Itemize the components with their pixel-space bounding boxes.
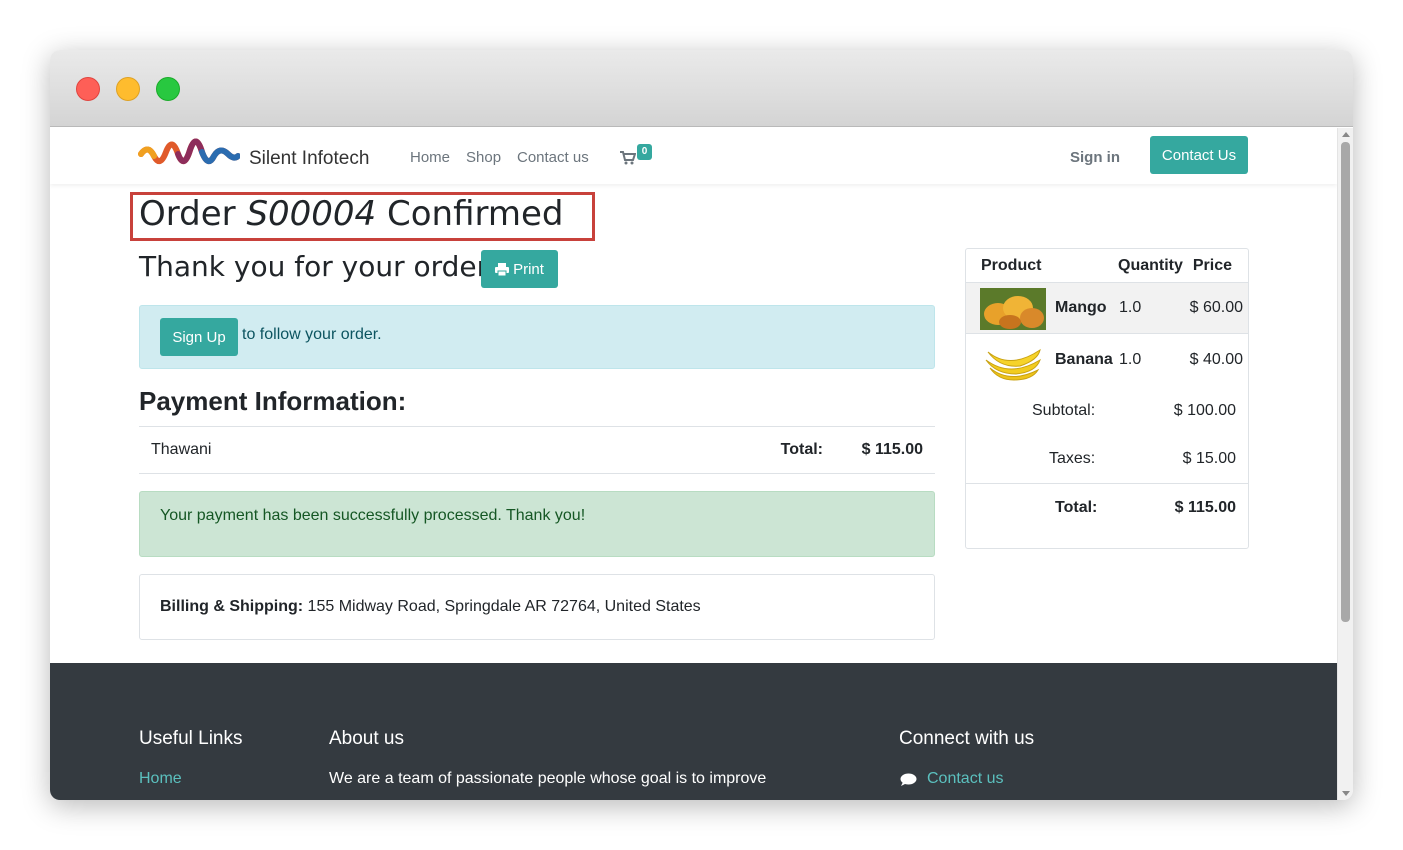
print-button[interactable]: Print	[481, 250, 558, 288]
nav-home[interactable]: Home	[410, 149, 450, 166]
print-icon	[495, 262, 510, 276]
highlight-box	[130, 192, 595, 241]
footer: Useful Links Home About us We are a team…	[50, 663, 1337, 800]
window-titlebar	[50, 50, 1353, 127]
comment-icon	[900, 773, 917, 786]
taxes-label: Taxes:	[1049, 450, 1096, 467]
payment-row: Thawani Total: $ 115.00	[139, 426, 935, 474]
vertical-scrollbar[interactable]	[1337, 128, 1353, 800]
mango-image	[980, 288, 1046, 330]
summary-item-name[interactable]: Mango	[1055, 299, 1107, 317]
about-heading: About us	[329, 728, 404, 749]
useful-links-heading: Useful Links	[139, 728, 243, 749]
payment-total-label: Total:	[780, 441, 823, 458]
cart-button[interactable]: 0	[620, 144, 656, 170]
navbar: Silent Infotech Home Shop Contact us 0 S…	[50, 128, 1337, 184]
summary-item-qty: 1.0	[1119, 299, 1142, 316]
connect-heading: Connect with us	[899, 728, 1035, 749]
billing-address: 155 Midway Road, Springdale AR 72764, Un…	[307, 598, 701, 615]
success-message: Your payment has been successfully proce…	[160, 507, 586, 524]
subtotal-label: Subtotal:	[1032, 402, 1096, 419]
order-summary-card: Product Quantity Price Mango 1.0 $ 60.00	[965, 248, 1249, 549]
summary-item-price: $ 40.00	[1189, 351, 1243, 368]
close-window-button[interactable]	[76, 77, 100, 101]
summary-total-label: Total:	[1055, 499, 1098, 516]
payment-success-alert: Your payment has been successfully proce…	[139, 491, 935, 557]
summary-header-quantity: Quantity	[1118, 257, 1183, 274]
scroll-up-icon[interactable]	[1342, 132, 1350, 137]
billing-label: Billing & Shipping:	[160, 598, 304, 615]
footer-link-home[interactable]: Home	[139, 770, 182, 788]
sign-up-button[interactable]: Sign Up	[160, 318, 238, 356]
browser-window: Silent Infotech Home Shop Contact us 0 S…	[50, 50, 1353, 800]
summary-item-price: $ 60.00	[1189, 299, 1243, 316]
summary-total-value: $ 115.00	[1174, 499, 1236, 516]
summary-item-qty: 1.0	[1119, 351, 1142, 368]
payment-method: Thawani	[151, 441, 212, 458]
nav-shop[interactable]: Shop	[466, 149, 501, 166]
nav-contact-us[interactable]: Contact us	[517, 149, 589, 166]
scroll-down-icon[interactable]	[1342, 791, 1350, 796]
print-label: Print	[513, 260, 544, 278]
page-viewport: Silent Infotech Home Shop Contact us 0 S…	[50, 128, 1337, 800]
signup-alert: Sign Up to follow your order.	[139, 305, 935, 369]
subtotal-value: $ 100.00	[1173, 402, 1236, 419]
payment-total-value: $ 115.00	[861, 441, 923, 458]
summary-row-mango: Mango 1.0 $ 60.00	[966, 282, 1248, 334]
brand-logo-icon[interactable]	[138, 134, 240, 176]
signup-alert-text: to follow your order.	[242, 326, 382, 343]
summary-item-name[interactable]: Banana	[1055, 351, 1113, 369]
minimize-window-button[interactable]	[116, 77, 140, 101]
thank-you-heading: Thank you for your order.	[139, 250, 495, 283]
brand-name[interactable]: Silent Infotech	[249, 148, 369, 170]
summary-divider	[966, 483, 1248, 484]
cart-icon	[620, 151, 636, 165]
billing-card: Billing & Shipping: 155 Midway Road, Spr…	[139, 574, 935, 640]
summary-header-price: Price	[1192, 257, 1232, 274]
taxes-value: $ 15.00	[1182, 450, 1236, 467]
sign-in-link[interactable]: Sign in	[1070, 149, 1120, 166]
scroll-thumb[interactable]	[1341, 142, 1350, 622]
summary-header-product: Product	[981, 257, 1042, 274]
about-text: We are a team of passionate people whose…	[329, 770, 767, 787]
summary-row-banana: Banana 1.0 $ 40.00	[966, 335, 1248, 387]
maximize-window-button[interactable]	[156, 77, 180, 101]
payment-heading: Payment Information:	[139, 386, 407, 416]
banana-image	[980, 340, 1046, 382]
footer-link-contact-us[interactable]: Contact us	[927, 770, 1003, 788]
contact-us-button[interactable]: Contact Us	[1150, 136, 1248, 174]
billing-text: Billing & Shipping: 155 Midway Road, Spr…	[160, 598, 701, 616]
cart-count-badge: 0	[637, 144, 652, 160]
